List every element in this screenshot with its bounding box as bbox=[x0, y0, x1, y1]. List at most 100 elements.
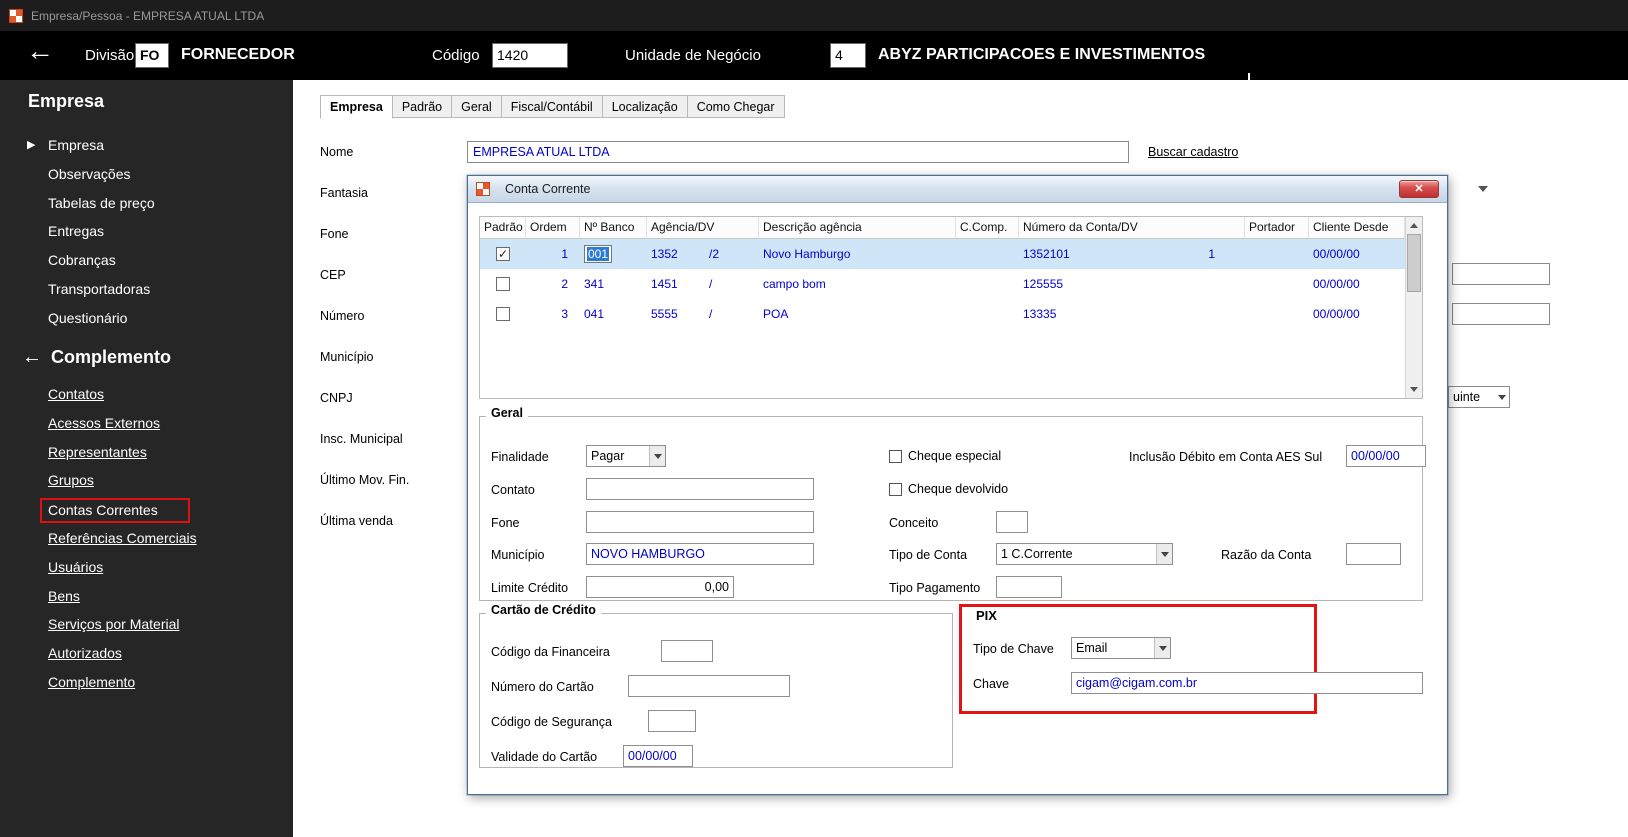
tipo-de-conta-select[interactable]: 1 C.Corrente bbox=[996, 543, 1173, 565]
ccomp-cell[interactable] bbox=[956, 239, 1019, 269]
nome-field[interactable]: EMPRESA ATUAL LTDA bbox=[467, 141, 1129, 163]
ccomp-cell[interactable] bbox=[956, 299, 1019, 329]
back-arrow-icon[interactable]: ← bbox=[26, 35, 54, 67]
cliente-desde-cell[interactable]: 00/00/00 bbox=[1309, 299, 1405, 329]
dialog-titlebar[interactable]: Conta Corrente ✕ bbox=[468, 176, 1447, 203]
padrao-checkbox[interactable] bbox=[496, 277, 510, 291]
tab-como-chegar[interactable]: Como Chegar bbox=[687, 95, 785, 118]
tab-empresa[interactable]: Empresa bbox=[320, 95, 393, 119]
fone-field[interactable] bbox=[586, 511, 814, 533]
inclusao-debito-field[interactable]: 00/00/00 bbox=[1346, 445, 1426, 467]
sidebar-item-acessos-externos[interactable]: Acessos Externos bbox=[0, 409, 293, 438]
cliente-desde-cell[interactable]: 00/00/00 bbox=[1309, 239, 1405, 269]
sidebar-item-observacoes[interactable]: Observações bbox=[0, 160, 293, 189]
tipo-de-chave-select[interactable]: Email bbox=[1071, 637, 1171, 659]
col-header-ordem[interactable]: Ordem bbox=[526, 217, 580, 239]
tab-localizacao[interactable]: Localização bbox=[602, 95, 688, 118]
vertical-scrollbar[interactable] bbox=[1405, 217, 1422, 398]
agencia-dv-cell[interactable]: / bbox=[705, 269, 759, 299]
sidebar-item-bens[interactable]: Bens bbox=[0, 582, 293, 611]
agencia-dv-cell[interactable]: /2 bbox=[705, 239, 759, 269]
col-header-ccomp[interactable]: C.Comp. bbox=[956, 217, 1019, 239]
municipio-field[interactable]: NOVO HAMBURGO bbox=[586, 543, 814, 565]
conceito-field[interactable] bbox=[996, 511, 1028, 533]
col-header-descricao[interactable]: Descrição agência bbox=[759, 217, 956, 239]
padrao-checkbox[interactable]: ✓ bbox=[496, 247, 510, 261]
right-partial-combo[interactable]: uinte bbox=[1448, 386, 1510, 408]
chevron-down-icon[interactable] bbox=[1478, 186, 1488, 192]
cliente-desde-cell[interactable]: 00/00/00 bbox=[1309, 269, 1405, 299]
conta-cell[interactable]: 13335 bbox=[1019, 299, 1245, 329]
tab-padrao[interactable]: Padrão bbox=[392, 95, 453, 118]
table-row[interactable]: ✓ bbox=[480, 239, 526, 269]
padrao-checkbox[interactable] bbox=[496, 307, 510, 321]
chave-field[interactable]: cigam@cigam.com.br bbox=[1071, 672, 1423, 694]
numero-cartao-field[interactable] bbox=[628, 675, 790, 697]
right-field-2[interactable] bbox=[1452, 303, 1550, 325]
close-button[interactable]: ✕ bbox=[1399, 180, 1439, 198]
contato-field[interactable] bbox=[586, 478, 814, 500]
descricao-cell[interactable]: campo bom bbox=[759, 269, 956, 299]
sidebar-item-representantes[interactable]: Representantes bbox=[0, 438, 293, 467]
cheque-devolvido-checkbox[interactable] bbox=[889, 482, 902, 496]
banco-cell[interactable]: 341 bbox=[580, 269, 647, 299]
agencia-dv-cell[interactable]: / bbox=[705, 299, 759, 329]
portador-cell[interactable] bbox=[1245, 269, 1309, 299]
codigo-seguranca-field[interactable] bbox=[648, 710, 696, 732]
scroll-down-button[interactable] bbox=[1406, 381, 1422, 398]
validade-cartao-field[interactable]: 00/00/00 bbox=[623, 745, 693, 767]
portador-cell[interactable] bbox=[1245, 299, 1309, 329]
sidebar-item-questionario[interactable]: Questionário bbox=[0, 304, 293, 333]
codigo-field[interactable]: 1420 bbox=[492, 43, 568, 68]
razao-da-conta-field[interactable] bbox=[1346, 543, 1401, 565]
banco-edit-field[interactable]: 001 bbox=[584, 245, 613, 263]
sidebar-item-complemento[interactable]: Complemento bbox=[0, 668, 293, 697]
banco-cell[interactable]: 001 bbox=[580, 239, 647, 269]
agencia-cell[interactable]: 1451 bbox=[647, 269, 705, 299]
descricao-cell[interactable]: Novo Hamburgo bbox=[759, 239, 956, 269]
col-header-banco[interactable]: Nº Banco bbox=[580, 217, 647, 239]
agencia-cell[interactable]: 1352 bbox=[647, 239, 705, 269]
unidade-negocio-field[interactable]: 4 bbox=[830, 43, 866, 68]
col-header-agencia[interactable]: Agência/DV bbox=[647, 217, 759, 239]
divisao-code-field[interactable]: FO bbox=[135, 43, 169, 68]
conta-cell[interactable]: 125555 bbox=[1019, 269, 1245, 299]
portador-cell[interactable] bbox=[1245, 239, 1309, 269]
codigo-financeira-field[interactable] bbox=[661, 640, 713, 662]
agencia-cell[interactable]: 5555 bbox=[647, 299, 705, 329]
sidebar-item-empresa[interactable]: ▶ Empresa bbox=[0, 131, 293, 160]
scroll-up-button[interactable] bbox=[1406, 217, 1422, 234]
sidebar-item-referencias-comerciais[interactable]: Referências Comerciais bbox=[0, 524, 293, 553]
ccomp-cell[interactable] bbox=[956, 269, 1019, 299]
sidebar-item-grupos[interactable]: Grupos bbox=[0, 466, 293, 495]
conta-cell[interactable]: 1352101 1 bbox=[1019, 239, 1245, 269]
sidebar-item-usuarios[interactable]: Usuários bbox=[0, 553, 293, 582]
right-field-1[interactable] bbox=[1452, 263, 1550, 285]
table-row[interactable] bbox=[480, 269, 526, 299]
tab-geral[interactable]: Geral bbox=[452, 95, 502, 118]
sidebar-section-complemento[interactable]: ← Complemento bbox=[22, 346, 171, 369]
limite-credito-field[interactable]: 0,00 bbox=[586, 576, 734, 598]
ordem-cell[interactable]: 3 bbox=[526, 299, 580, 329]
tab-fiscal-contabil[interactable]: Fiscal/Contábil bbox=[501, 95, 603, 118]
sidebar-item-cobrancas[interactable]: Cobranças bbox=[0, 246, 293, 275]
descricao-cell[interactable]: POA bbox=[759, 299, 956, 329]
sidebar-item-entregas[interactable]: Entregas bbox=[0, 217, 293, 246]
sidebar-item-servicos-por-material[interactable]: Serviços por Material bbox=[0, 610, 293, 639]
scrollbar-thumb[interactable] bbox=[1407, 234, 1421, 292]
table-row[interactable] bbox=[480, 299, 526, 329]
col-header-portador[interactable]: Portador bbox=[1245, 217, 1309, 239]
ordem-cell[interactable]: 2 bbox=[526, 269, 580, 299]
cheque-especial-checkbox[interactable] bbox=[889, 449, 902, 463]
col-header-cliente-desde[interactable]: Cliente Desde bbox=[1309, 217, 1405, 239]
sidebar-item-transportadoras[interactable]: Transportadoras bbox=[0, 275, 293, 304]
finalidade-select[interactable]: Pagar bbox=[586, 445, 666, 467]
sidebar-item-contas-correntes[interactable]: Contas Correntes bbox=[0, 495, 293, 524]
ordem-cell[interactable]: 1 bbox=[526, 239, 580, 269]
buscar-cadastro-link[interactable]: Buscar cadastro bbox=[1148, 145, 1238, 159]
banco-cell[interactable]: 041 bbox=[580, 299, 647, 329]
sidebar-item-contatos[interactable]: Contatos bbox=[0, 380, 293, 409]
sidebar-item-tabelas-de-preco[interactable]: Tabelas de preço bbox=[0, 189, 293, 218]
col-header-padrao[interactable]: Padrão bbox=[480, 217, 526, 239]
tipo-pagamento-field[interactable] bbox=[996, 576, 1062, 598]
